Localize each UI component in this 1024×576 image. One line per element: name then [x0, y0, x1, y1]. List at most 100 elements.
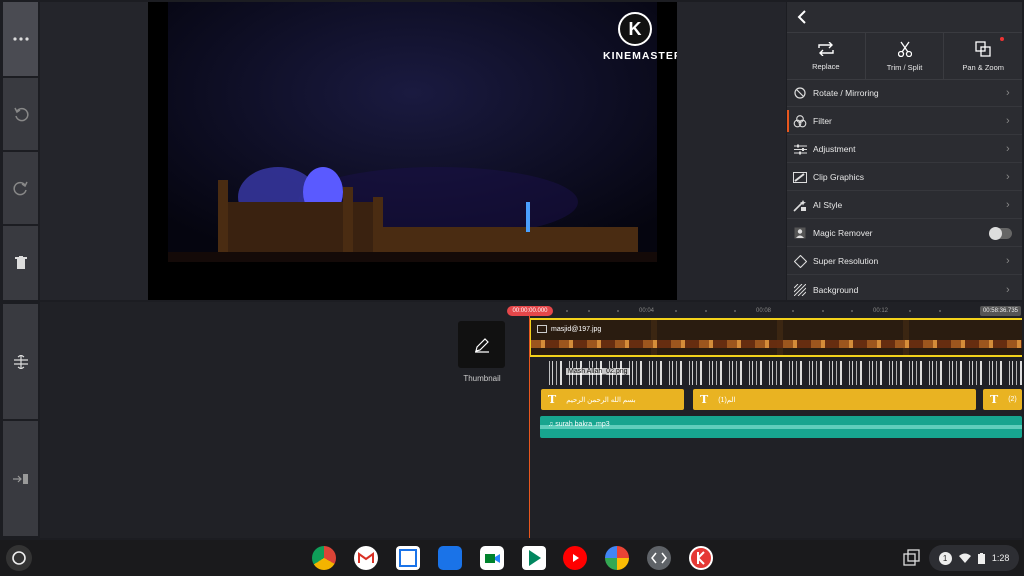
time-tick: 00:12: [873, 308, 889, 314]
tick-dot: [851, 310, 853, 312]
filter-label: Filter: [813, 116, 832, 126]
chevron-right-icon: ›: [1006, 171, 1010, 183]
terminal-app-icon[interactable]: [647, 546, 671, 570]
audio-clip[interactable]: ♫ surah bakra .mp3: [540, 416, 1022, 438]
back-arrow-icon[interactable]: [793, 7, 813, 27]
text-clip[interactable]: T (2): [983, 389, 1022, 410]
scissors-icon: [897, 41, 912, 57]
clip-graphics-label: Clip Graphics: [813, 172, 865, 182]
redo-icon: [12, 181, 28, 196]
background-item[interactable]: Background ›: [787, 276, 1022, 303]
mosque-scene-image: [148, 2, 677, 300]
os-shelf: [0, 540, 1024, 576]
calendar-app-icon[interactable]: [396, 546, 420, 570]
more-options-button[interactable]: [3, 2, 38, 76]
youtube-app-icon[interactable]: [563, 546, 587, 570]
pan-zoom-label: Pan & Zoom: [962, 62, 1005, 72]
chevron-right-icon: ›: [1006, 87, 1010, 99]
trim-split-button[interactable]: Trim / Split: [866, 33, 945, 79]
meet-camera-icon: [485, 554, 500, 563]
person-icon: [794, 227, 806, 239]
text-clip[interactable]: T بسم الله الرحمن الرحيم: [541, 389, 684, 410]
status-tray[interactable]: 1 1:28: [929, 545, 1019, 571]
playhead[interactable]: [529, 312, 530, 538]
tick-dot: [675, 310, 677, 312]
photos-app-icon[interactable]: [605, 546, 629, 570]
launcher-button[interactable]: [6, 545, 32, 571]
video-preview[interactable]: K KINEMASTER: [148, 2, 677, 300]
undo-icon: [13, 107, 29, 122]
time-tick: 00:04: [639, 308, 655, 314]
chevron-right-icon: ›: [1006, 199, 1010, 211]
overview-icon: [903, 549, 920, 566]
chrome-app-icon[interactable]: [312, 546, 336, 570]
magic-remover-item[interactable]: Magic Remover: [787, 220, 1022, 247]
text-icon: T: [990, 393, 999, 406]
pencil-icon: [474, 337, 489, 353]
tick-dot: [617, 310, 619, 312]
adjustment-icon: [793, 144, 807, 154]
replace-button[interactable]: Replace: [787, 33, 866, 79]
background-pattern-icon: [794, 283, 806, 296]
files-app-icon[interactable]: [438, 546, 462, 570]
magic-remover-label: Magic Remover: [813, 228, 873, 238]
text-clip-label: الم(1): [718, 396, 736, 404]
tick-dot: [792, 310, 794, 312]
screen-capture-button[interactable]: [900, 547, 922, 569]
chevron-right-icon: ›: [1006, 255, 1010, 267]
super-resolution-item[interactable]: Super Resolution ›: [787, 248, 1022, 275]
delete-button[interactable]: [3, 226, 38, 300]
clip-graphics-icon: [793, 171, 807, 183]
terminal-brackets-icon: [651, 552, 667, 564]
replace-label: Replace: [812, 61, 840, 71]
timeline-view-button[interactable]: [3, 304, 38, 419]
thumbnail-button[interactable]: [458, 321, 505, 368]
text-clip-label: بسم الله الرحمن الرحيم: [566, 396, 636, 404]
rotate-mirroring-item[interactable]: Rotate / Mirroring ›: [787, 80, 1022, 107]
ai-style-icon: [793, 199, 806, 212]
video-clip[interactable]: masjid@197.jpg: [529, 318, 1022, 357]
kinemaster-logo-icon: K: [618, 12, 652, 46]
tick-dot: [566, 310, 568, 312]
jump-to-end-button[interactable]: [3, 421, 38, 536]
filter-item[interactable]: Filter ›: [787, 108, 1022, 135]
tick-dot: [588, 310, 590, 312]
audio-clip-label: ♫ surah bakra .mp3: [548, 421, 610, 428]
replace-icon: [818, 41, 834, 56]
video-clip-name: masjid@197.jpg: [537, 325, 601, 333]
play-store-app-icon[interactable]: [522, 546, 546, 570]
super-resolution-label: Super Resolution: [813, 256, 879, 266]
battery-icon: [977, 552, 985, 564]
text-clip-label: (2): [1008, 396, 1017, 403]
meet-app-icon[interactable]: [480, 546, 504, 570]
trim-split-label: Trim / Split: [886, 62, 923, 72]
time-tick: 00:08: [756, 308, 772, 314]
audio-clip-name: surah bakra .mp3: [555, 421, 610, 428]
youtube-play-icon: [573, 554, 579, 562]
overlay-clip-label: Mash Allah_02.png: [566, 368, 630, 375]
total-duration: 00:58:36.735: [979, 306, 1021, 316]
jump-end-icon: [12, 473, 28, 484]
background-label: Background: [813, 284, 859, 295]
pan-zoom-button[interactable]: Pan & Zoom: [944, 33, 1022, 79]
kinemaster-watermark: K KINEMASTER: [603, 12, 677, 62]
adjustment-label: Adjustment: [813, 144, 856, 154]
kinemaster-app-icon[interactable]: [689, 546, 713, 570]
tick-dot: [939, 310, 941, 312]
undo-button[interactable]: [3, 78, 38, 150]
playhead-time: 00:00:00.000: [507, 306, 553, 316]
ai-style-item[interactable]: AI Style ›: [787, 192, 1022, 219]
clip-graphics-item[interactable]: Clip Graphics ›: [787, 164, 1022, 191]
rotate-icon: [794, 87, 806, 99]
text-clip[interactable]: T الم(1): [693, 389, 976, 410]
clock: 1:28: [991, 553, 1010, 563]
new-feature-dot: [1000, 37, 1005, 41]
adjustment-item[interactable]: Adjustment ›: [787, 136, 1022, 163]
redo-button[interactable]: [3, 152, 38, 224]
gmail-app-icon[interactable]: [354, 546, 378, 570]
magic-remover-toggle[interactable]: [989, 226, 1012, 240]
image-icon: [537, 325, 547, 333]
audio-waveform: [540, 425, 1022, 429]
play-triangle-icon: [529, 550, 541, 566]
filter-icon: [793, 114, 807, 127]
